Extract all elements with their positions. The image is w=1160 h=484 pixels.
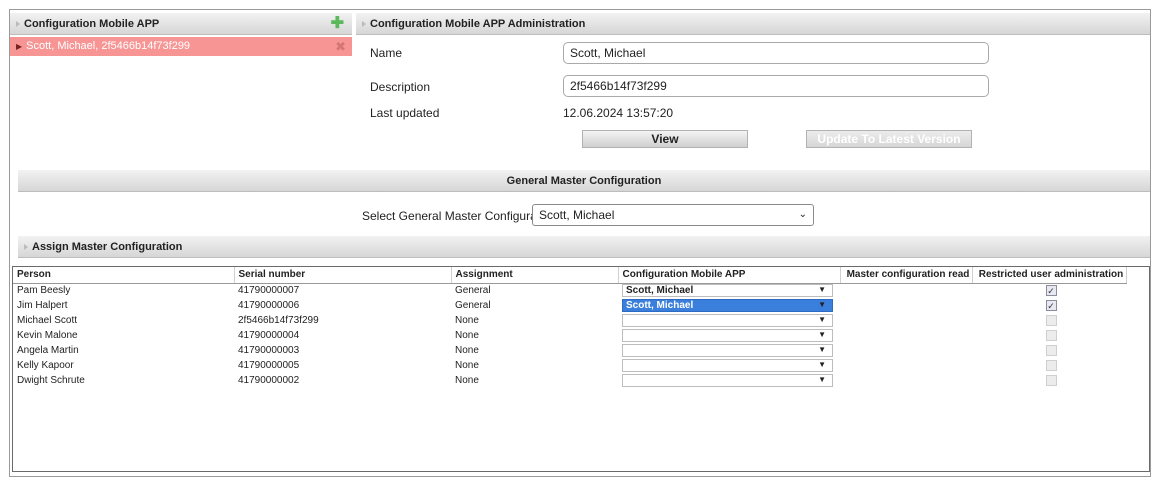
master-read-cell	[840, 328, 972, 343]
admin-title: Configuration Mobile APP Administration	[370, 18, 586, 30]
general-config-select-label: Select General Master Configuration	[362, 209, 557, 223]
restricted-checkbox[interactable]	[1045, 329, 1057, 341]
serial-cell: 2f5466b14f73f299	[238, 315, 319, 326]
restricted-checkbox[interactable]	[1045, 359, 1057, 371]
last-updated-label: Last updated	[370, 106, 440, 120]
col-assignment[interactable]: Assignment	[451, 267, 619, 284]
config-select[interactable]: ▼	[622, 314, 833, 327]
serial-cell: 41790000003	[238, 345, 300, 356]
col-config[interactable]: Configuration Mobile APP	[618, 267, 841, 284]
last-updated-value: 12.06.2024 13:57:20	[563, 106, 674, 120]
general-config-select-value: Scott, Michael	[539, 208, 615, 222]
config-list-item[interactable]: ▶ Scott, Michael, 2f5466b14f73f299 ✖	[10, 37, 352, 56]
assignment-cell: General	[455, 285, 491, 297]
assignment-cell: None	[455, 360, 479, 371]
dropdown-arrow-icon: ▼	[818, 285, 826, 295]
chevron-down-icon: ⌄	[798, 209, 807, 220]
assignment-cell: None	[455, 345, 479, 356]
assign-table-container: Person Serial number Assignment Configur…	[12, 266, 1150, 472]
general-config-select[interactable]: Scott, Michael ⌄	[532, 204, 814, 226]
assignment-cell: None	[455, 315, 479, 326]
person-cell: Jim Halpert	[17, 300, 68, 311]
dropdown-arrow-icon: ▼	[818, 360, 826, 369]
col-master-read[interactable]: Master configuration read	[840, 267, 973, 284]
person-cell: Pam Beesly	[17, 285, 71, 297]
config-list-header: Configuration Mobile APP ✚	[10, 13, 352, 35]
table-row[interactable]: Pam Beesly 41790000007 General Scott, Mi…	[13, 283, 1126, 298]
table-row[interactable]: Jim Halpert 41790000006 General Scott, M…	[13, 298, 1126, 313]
close-icon[interactable]: ✖	[335, 37, 346, 56]
serial-cell: 41790000004	[238, 330, 300, 341]
dropdown-arrow-icon: ▼	[818, 315, 826, 324]
config-select-value: Scott, Michael	[626, 285, 694, 297]
master-read-cell	[840, 298, 972, 313]
master-read-cell	[840, 343, 972, 358]
serial-cell: 41790000005	[238, 360, 300, 371]
restricted-checkbox[interactable]	[1045, 344, 1057, 356]
col-restricted[interactable]: Restricted user administration	[972, 267, 1127, 284]
serial-cell: 41790000002	[238, 375, 300, 386]
assign-config-header: Assign Master Configuration	[18, 236, 1150, 258]
restricted-checkbox[interactable]	[1045, 314, 1057, 326]
col-serial[interactable]: Serial number	[234, 267, 452, 284]
config-select[interactable]: Scott, Michael ▼	[622, 299, 833, 312]
table-row[interactable]: Dwight Schrute 41790000002 None ▼	[13, 373, 1126, 388]
plus-icon[interactable]: ✚	[331, 16, 344, 32]
master-read-cell	[840, 358, 972, 373]
restricted-checkbox[interactable]	[1045, 374, 1057, 386]
view-button[interactable]: View	[582, 130, 748, 148]
assignment-cell: None	[455, 375, 479, 386]
assign-table: Person Serial number Assignment Configur…	[13, 267, 1127, 388]
config-list-title: Configuration Mobile APP	[24, 18, 160, 30]
assignment-cell: General	[455, 300, 491, 311]
config-list-item-label: Scott, Michael, 2f5466b14f73f299	[26, 40, 191, 52]
collapse-icon[interactable]	[16, 21, 20, 28]
config-select-value: Scott, Michael	[626, 300, 694, 311]
person-cell: Angela Martin	[17, 345, 79, 356]
master-read-cell	[840, 373, 972, 388]
table-row[interactable]: Angela Martin 41790000003 None ▼	[13, 343, 1126, 358]
caret-right-icon: ▶	[16, 42, 23, 51]
config-select[interactable]: ▼	[622, 374, 833, 387]
config-select[interactable]: ▼	[622, 329, 833, 342]
assign-config-title: Assign Master Configuration	[32, 241, 183, 253]
admin-header: Configuration Mobile APP Administration	[356, 13, 1150, 35]
restricted-checkbox[interactable]: ✓	[1045, 285, 1057, 297]
serial-cell: 41790000007	[238, 285, 300, 297]
dropdown-arrow-icon: ▼	[818, 375, 826, 384]
config-select[interactable]: Scott, Michael ▼	[622, 284, 833, 298]
person-cell: Kelly Kapoor	[17, 360, 74, 371]
restricted-checkbox[interactable]: ✓	[1045, 299, 1057, 311]
collapse-icon[interactable]	[362, 21, 366, 28]
master-read-cell	[840, 283, 972, 298]
assignment-cell: None	[455, 330, 479, 341]
serial-cell: 41790000006	[238, 300, 300, 311]
general-config-title: General Master Configuration	[506, 175, 662, 187]
dropdown-arrow-icon: ▼	[818, 330, 826, 339]
collapse-icon[interactable]	[24, 244, 28, 251]
config-select[interactable]: ▼	[622, 359, 833, 372]
dropdown-arrow-icon: ▼	[818, 345, 826, 354]
col-person[interactable]: Person	[13, 267, 235, 284]
description-field[interactable]: 2f5466b14f73f299	[563, 75, 989, 97]
config-select[interactable]: ▼	[622, 344, 833, 357]
table-row[interactable]: Kelly Kapoor 41790000005 None ▼	[13, 358, 1126, 373]
person-cell: Michael Scott	[17, 315, 78, 326]
master-read-cell	[840, 313, 972, 328]
description-label: Description	[370, 80, 431, 94]
person-cell: Kevin Malone	[17, 330, 78, 341]
table-row[interactable]: Kevin Malone 41790000004 None ▼	[13, 328, 1126, 343]
table-row[interactable]: Michael Scott 2f5466b14f73f299 None ▼	[13, 313, 1126, 328]
name-label: Name	[370, 46, 403, 60]
name-field[interactable]: Scott, Michael	[563, 42, 989, 64]
dropdown-arrow-icon: ▼	[818, 300, 826, 309]
general-config-header: General Master Configuration	[18, 170, 1150, 192]
update-latest-button[interactable]: Update To Latest Version	[806, 130, 972, 148]
person-cell: Dwight Schrute	[17, 375, 85, 386]
